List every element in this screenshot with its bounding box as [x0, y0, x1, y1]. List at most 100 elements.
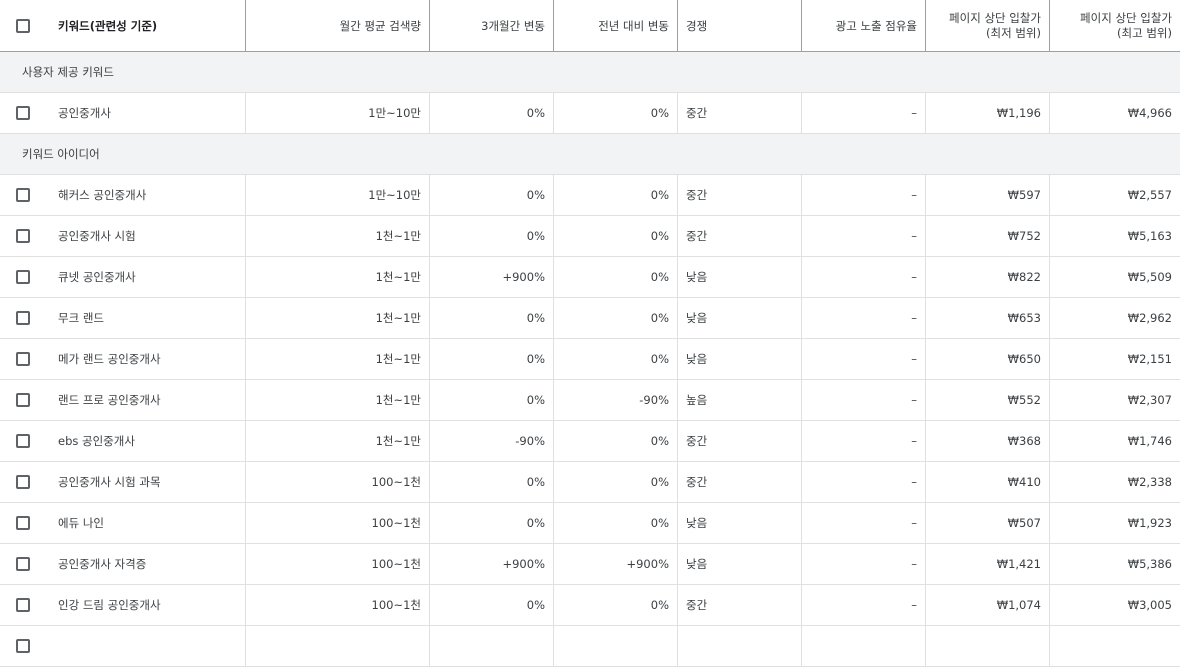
row-checkbox-cell[interactable]: [0, 421, 46, 461]
row-checkbox[interactable]: [16, 475, 30, 489]
keyword-cell[interactable]: 공인중개사: [46, 93, 246, 133]
row-checkbox[interactable]: [16, 188, 30, 202]
ad-impression-share-cell: –: [802, 216, 926, 256]
row-checkbox-cell[interactable]: [0, 503, 46, 543]
top-bid-high-cell: ₩2,151: [1127, 352, 1172, 366]
keyword-cell[interactable]: 인강 드림 공인중개사: [46, 585, 246, 625]
row-checkbox[interactable]: [16, 434, 30, 448]
keyword-cell[interactable]: 랜드 프로 공인중개사: [46, 380, 246, 420]
yoy-change-cell: 0%: [554, 298, 678, 338]
top-bid-high-cell: ₩1,923: [1127, 516, 1172, 530]
row-checkbox-cell[interactable]: [0, 462, 46, 502]
table-row: 메가 랜드 공인중개사 1천~1만 0% 0% 낮음 – ₩650 ₩2,151: [0, 339, 1180, 380]
keyword-cell[interactable]: 큐넷 공인중개사: [46, 257, 246, 297]
row-checkbox-cell[interactable]: [0, 544, 46, 584]
ad-impression-share-cell: –: [802, 339, 926, 379]
table-row: 무크 랜드 1천~1만 0% 0% 낮음 – ₩653 ₩2,962: [0, 298, 1180, 339]
top-bid-low-cell: ₩552: [926, 380, 1050, 420]
column-header-top-bid-high[interactable]: 페이지 상단 입찰가 (최고 범위): [1050, 0, 1180, 51]
yoy-change-cell: 0%: [554, 421, 678, 461]
keyword-ideas-table: 키워드(관련성 기준) 월간 평균 검색량 3개월간 변동 전년 대비 변동 경…: [0, 0, 1180, 667]
table-row: 공인중개사 자격증 100~1천 +900% +900% 낮음 – ₩1,421…: [0, 544, 1180, 585]
row-checkbox-cell[interactable]: [0, 257, 46, 297]
keyword-cell[interactable]: 공인중개사 시험 과목: [46, 462, 246, 502]
select-all-checkbox[interactable]: [16, 18, 30, 33]
row-checkbox-cell[interactable]: [0, 175, 46, 215]
competition-cell: 높음: [678, 380, 802, 420]
keyword-cell[interactable]: [46, 626, 246, 666]
top-bid-high-cell: ₩2,962: [1127, 311, 1172, 325]
row-checkbox[interactable]: [16, 229, 30, 243]
top-bid-high-cell: ₩1,746: [1127, 434, 1172, 448]
column-header-ad-impression-share[interactable]: 광고 노출 점유율: [802, 0, 926, 51]
row-checkbox-cell[interactable]: [0, 339, 46, 379]
column-header-top-bid-low[interactable]: 페이지 상단 입찰가 (최저 범위): [926, 0, 1050, 51]
keyword-cell[interactable]: 에듀 나인: [46, 503, 246, 543]
column-header-keyword[interactable]: 키워드(관련성 기준): [46, 0, 246, 51]
ad-impression-share-cell: –: [802, 93, 926, 133]
keyword-cell[interactable]: 메가 랜드 공인중개사: [46, 339, 246, 379]
row-checkbox[interactable]: [16, 352, 30, 366]
column-header-monthly-volume[interactable]: 월간 평균 검색량: [246, 0, 430, 51]
ad-impression-share-cell: –: [802, 462, 926, 502]
yoy-change-cell: 0%: [554, 257, 678, 297]
competition-cell: 중간: [678, 585, 802, 625]
row-checkbox-cell[interactable]: [0, 216, 46, 256]
competition-cell: 낮음: [678, 257, 802, 297]
row-checkbox[interactable]: [16, 639, 30, 653]
group-header-provided-keywords: 사용자 제공 키워드: [0, 52, 1180, 93]
monthly-volume-cell: 1천~1만: [246, 339, 430, 379]
competition-cell: [678, 626, 802, 666]
keyword-cell[interactable]: ebs 공인중개사: [46, 421, 246, 461]
top-bid-low-cell: ₩1,074: [926, 585, 1050, 625]
three-month-change-cell: +900%: [430, 257, 554, 297]
monthly-volume-cell: [246, 626, 430, 666]
column-header-competition[interactable]: 경쟁: [678, 0, 802, 51]
keyword-cell[interactable]: 해커스 공인중개사: [46, 175, 246, 215]
table-row: ebs 공인중개사 1천~1만 -90% 0% 중간 – ₩368 ₩1,746: [0, 421, 1180, 462]
ad-impression-share-cell: [802, 626, 926, 666]
ad-impression-share-cell: –: [802, 298, 926, 338]
keyword-cell[interactable]: 공인중개사 시험: [46, 216, 246, 256]
row-checkbox-cell[interactable]: [0, 380, 46, 420]
monthly-volume-cell: 1만~10만: [246, 175, 430, 215]
competition-cell: 중간: [678, 421, 802, 461]
ad-impression-share-cell: –: [802, 175, 926, 215]
row-checkbox[interactable]: [16, 106, 30, 120]
ad-impression-share-cell: –: [802, 257, 926, 297]
keyword-cell[interactable]: 공인중개사 자격증: [46, 544, 246, 584]
column-header-yoy-change[interactable]: 전년 대비 변동: [554, 0, 678, 51]
yoy-change-cell: 0%: [554, 216, 678, 256]
table-row: 공인중개사 1만~10만 0% 0% 중간 – ₩1,196 ₩4,966: [0, 93, 1180, 134]
row-checkbox-cell[interactable]: [0, 93, 46, 133]
monthly-volume-cell: 1천~1만: [246, 380, 430, 420]
three-month-change-cell: [430, 626, 554, 666]
row-checkbox[interactable]: [16, 598, 30, 612]
competition-cell: 낮음: [678, 298, 802, 338]
monthly-volume-cell: 100~1천: [246, 462, 430, 502]
top-bid-low-cell: ₩1,421: [926, 544, 1050, 584]
top-bid-low-cell: [926, 626, 1050, 666]
row-checkbox[interactable]: [16, 270, 30, 284]
row-checkbox-cell[interactable]: [0, 585, 46, 625]
row-checkbox-cell[interactable]: [0, 626, 46, 666]
row-checkbox-cell[interactable]: [0, 298, 46, 338]
row-checkbox[interactable]: [16, 557, 30, 571]
yoy-change-cell: +900%: [554, 544, 678, 584]
table-row: 해커스 공인중개사 1만~10만 0% 0% 중간 – ₩597 ₩2,557: [0, 175, 1180, 216]
row-checkbox[interactable]: [16, 311, 30, 325]
three-month-change-cell: 0%: [430, 93, 554, 133]
table-row: 에듀 나인 100~1천 0% 0% 낮음 – ₩507 ₩1,923: [0, 503, 1180, 544]
top-bid-low-cell: ₩822: [926, 257, 1050, 297]
monthly-volume-cell: 100~1천: [246, 544, 430, 584]
select-all-checkbox-cell[interactable]: [0, 0, 46, 51]
top-bid-low-cell: ₩653: [926, 298, 1050, 338]
column-header-top-bid-low-line2: (최저 범위): [986, 25, 1041, 40]
row-checkbox[interactable]: [16, 516, 30, 530]
yoy-change-cell: 0%: [554, 339, 678, 379]
column-header-top-bid-high-line1: 페이지 상단 입찰가: [1080, 10, 1172, 25]
top-bid-high-cell: [1050, 626, 1180, 666]
keyword-cell[interactable]: 무크 랜드: [46, 298, 246, 338]
column-header-three-month-change[interactable]: 3개월간 변동: [430, 0, 554, 51]
row-checkbox[interactable]: [16, 393, 30, 407]
